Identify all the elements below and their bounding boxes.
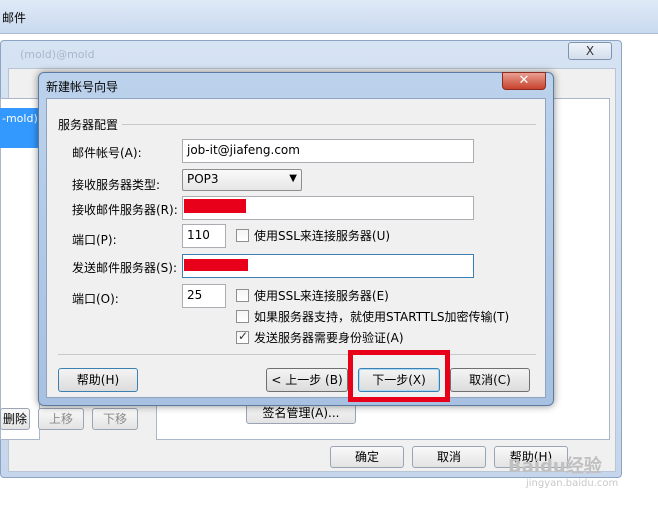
move-up-button[interactable]: 上移	[38, 408, 84, 430]
back-button[interactable]: < 上一步 (B)	[266, 368, 348, 392]
incoming-type-select[interactable]: POP3 ▼	[182, 169, 302, 191]
incoming-port-input[interactable]: 110	[182, 224, 226, 248]
account-list-item-selected[interactable]: -mold)	[0, 108, 40, 148]
email-account-input[interactable]: job-it@jiafeng.com	[182, 139, 474, 163]
app-title: 邮件	[2, 11, 27, 25]
app-titlebar	[0, 0, 658, 34]
chevron-down-icon: ▼	[289, 173, 297, 184]
redaction-mark	[184, 199, 246, 213]
help-button[interactable]: 帮助(H)	[58, 368, 138, 392]
bg-cancel-button[interactable]: 取消	[412, 446, 486, 468]
incoming-server-label: 接收邮件服务器(R):	[72, 203, 178, 217]
outgoing-ssl-checkbox[interactable]	[236, 289, 249, 302]
watermark: Baidu经验	[508, 456, 602, 477]
account-list[interactable]	[0, 98, 40, 440]
auth-label: 发送服务器需要身份验证(A)	[254, 331, 404, 345]
outgoing-port-label: 端口(O):	[72, 292, 119, 306]
account-settings-close-button[interactable]: X	[568, 42, 612, 60]
move-down-button[interactable]: 下移	[92, 408, 138, 430]
button-divider	[58, 354, 536, 355]
delete-account-button[interactable]: 删除	[0, 408, 30, 430]
close-icon[interactable]: ✕	[502, 72, 546, 90]
outgoing-port-input[interactable]: 25	[182, 284, 226, 308]
outgoing-server-label: 发送邮件服务器(S):	[72, 261, 178, 275]
group-divider	[122, 124, 536, 125]
dialog-title: 新建帐号向导	[46, 80, 119, 94]
highlight-annotation	[348, 350, 450, 402]
watermark-url: jingyan.baidu.com	[526, 478, 619, 489]
email-account-label: 邮件帐号(A):	[72, 146, 142, 160]
starttls-label: 如果服务器支持，就使用STARTTLS加密传输(T)	[254, 310, 510, 324]
account-settings-title: (mold)@mold	[20, 48, 95, 61]
outgoing-ssl-label: 使用SSL来连接服务器(E)	[254, 289, 389, 303]
incoming-ssl-label: 使用SSL来连接服务器(U)	[254, 229, 391, 243]
ok-button[interactable]: 确定	[330, 446, 404, 468]
incoming-type-value: POP3	[187, 172, 219, 186]
redaction-mark	[184, 259, 248, 271]
server-config-group-title: 服务器配置	[58, 118, 119, 132]
starttls-checkbox[interactable]	[236, 310, 249, 323]
incoming-ssl-checkbox[interactable]	[236, 229, 249, 242]
cancel-button[interactable]: 取消(C)	[450, 368, 530, 392]
auth-checkbox[interactable]	[236, 329, 249, 344]
incoming-type-label: 接收服务器类型:	[72, 178, 161, 192]
incoming-port-label: 端口(P):	[72, 233, 117, 247]
